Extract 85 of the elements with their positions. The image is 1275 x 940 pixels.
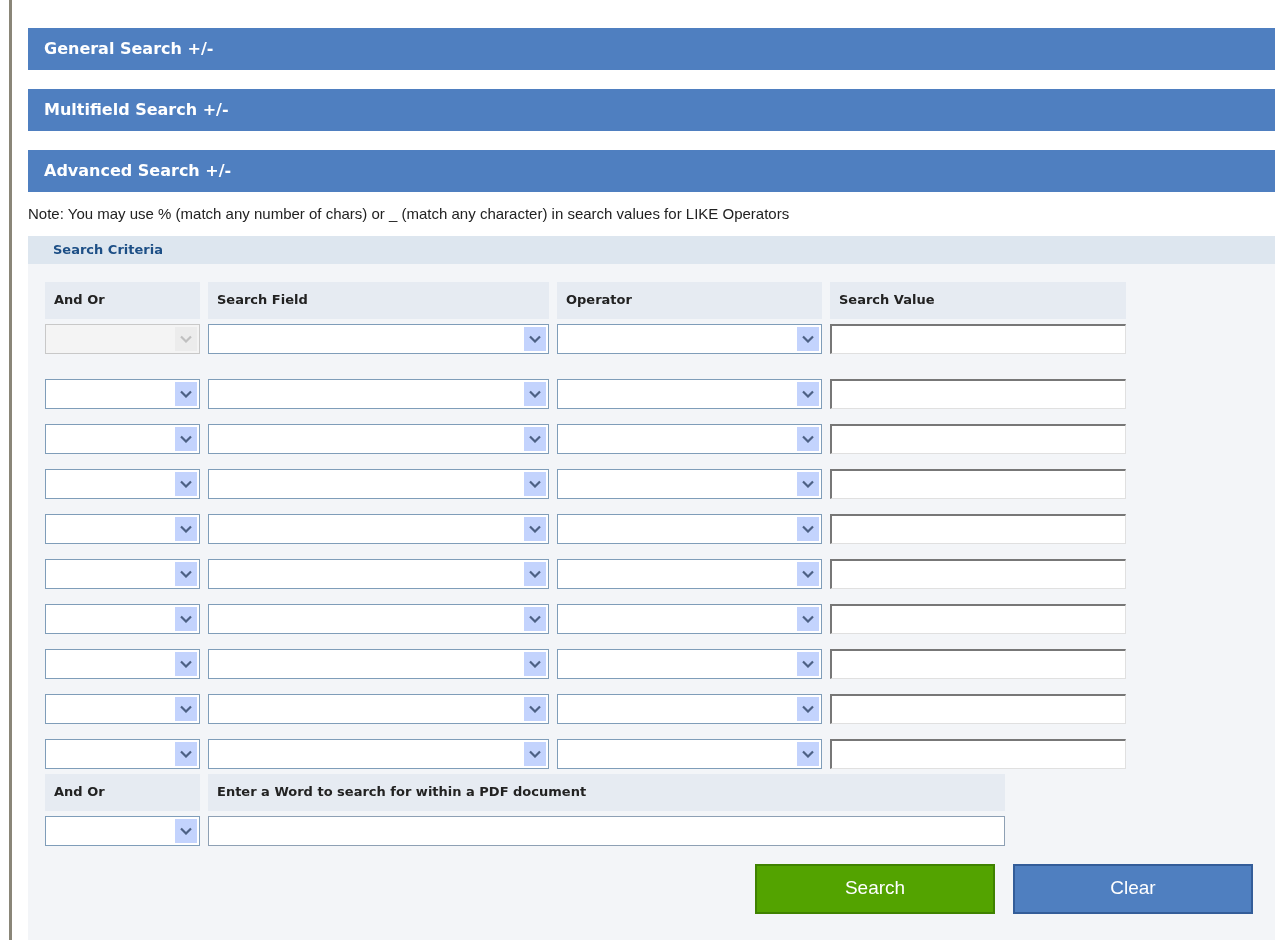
section-header[interactable]: Advanced Search +/-	[28, 150, 1275, 192]
dropdown[interactable]	[45, 558, 200, 589]
chevron-down-icon	[175, 606, 197, 631]
dropdown[interactable]	[208, 558, 549, 589]
dropdown[interactable]	[557, 323, 822, 354]
clear-button[interactable]: Clear	[1013, 863, 1253, 914]
dropdown[interactable]	[208, 603, 549, 634]
dropdown[interactable]	[45, 513, 200, 544]
dropdown[interactable]	[557, 468, 822, 499]
chevron-down-icon	[797, 561, 819, 586]
search-button[interactable]: Search	[755, 863, 995, 914]
dropdown[interactable]	[45, 468, 200, 499]
note-text: Note: You may use % (match any number of chars) or _ (match any character) in search values for LIKE Operators	[28, 204, 791, 224]
dropdown[interactable]	[45, 423, 200, 454]
dropdown[interactable]	[208, 513, 549, 544]
chevron-down-icon	[524, 651, 546, 676]
dropdown[interactable]	[557, 558, 822, 589]
chevron-down-icon	[175, 818, 197, 843]
chevron-down-icon	[797, 426, 819, 451]
dropdown[interactable]	[208, 378, 549, 409]
chevron-down-icon	[797, 326, 819, 351]
dropdown[interactable]	[45, 738, 200, 769]
chevron-down-icon	[797, 651, 819, 676]
column-header: Search Field	[208, 281, 549, 319]
dropdown[interactable]	[45, 648, 200, 679]
text-field[interactable]	[830, 378, 1126, 409]
column-header: And Or	[45, 773, 200, 811]
column-header: Search Value	[830, 281, 1126, 319]
dropdown[interactable]	[557, 603, 822, 634]
chevron-down-icon	[175, 696, 197, 721]
dropdown[interactable]	[557, 738, 822, 769]
text-field[interactable]	[830, 468, 1126, 499]
chevron-down-icon	[175, 381, 197, 406]
chevron-down-icon	[797, 381, 819, 406]
chevron-down-icon	[797, 606, 819, 631]
dropdown[interactable]	[557, 693, 822, 724]
chevron-down-icon	[524, 426, 546, 451]
chevron-down-icon	[524, 741, 546, 766]
chevron-down-icon	[175, 741, 197, 766]
text-field[interactable]	[830, 603, 1126, 634]
chevron-down-icon	[524, 561, 546, 586]
chevron-down-icon	[175, 651, 197, 676]
chevron-down-icon	[175, 326, 197, 351]
dropdown[interactable]	[557, 513, 822, 544]
chevron-down-icon	[524, 696, 546, 721]
dropdown[interactable]	[45, 693, 200, 724]
chevron-down-icon	[175, 426, 197, 451]
dropdown[interactable]	[208, 423, 549, 454]
dropdown[interactable]	[208, 693, 549, 724]
chevron-down-icon	[797, 741, 819, 766]
column-header: Enter a Word to search for within a PDF document	[208, 773, 1005, 811]
dropdown[interactable]	[557, 423, 822, 454]
chevron-down-icon	[797, 516, 819, 541]
chevron-down-icon	[797, 696, 819, 721]
chevron-down-icon	[175, 471, 197, 496]
text-field[interactable]	[830, 323, 1126, 354]
chevron-down-icon	[175, 516, 197, 541]
dropdown[interactable]	[557, 378, 822, 409]
chevron-down-icon	[175, 561, 197, 586]
dropdown[interactable]	[208, 323, 549, 354]
section-header[interactable]: General Search +/-	[28, 28, 1275, 70]
text-field[interactable]	[830, 648, 1126, 679]
text-field[interactable]	[830, 423, 1126, 454]
dropdown[interactable]	[557, 648, 822, 679]
text-field[interactable]	[830, 693, 1126, 724]
dropdown[interactable]	[208, 648, 549, 679]
panel-title: Search Criteria	[28, 235, 1275, 264]
text-field[interactable]	[830, 513, 1126, 544]
chevron-down-icon	[524, 516, 546, 541]
chevron-down-icon	[524, 326, 546, 351]
dropdown[interactable]	[208, 468, 549, 499]
dropdown[interactable]	[45, 378, 200, 409]
chevron-down-icon	[797, 471, 819, 496]
chevron-down-icon	[524, 471, 546, 496]
column-header: Operator	[557, 281, 822, 319]
chevron-down-icon	[524, 381, 546, 406]
text-field[interactable]	[830, 558, 1126, 589]
text-field[interactable]	[830, 738, 1126, 769]
column-header: And Or	[45, 281, 200, 319]
chevron-down-icon	[524, 606, 546, 631]
dropdown[interactable]	[45, 603, 200, 634]
section-header[interactable]: Multifield Search +/-	[28, 89, 1275, 131]
text-field[interactable]	[208, 815, 1005, 846]
dropdown[interactable]	[45, 815, 200, 846]
dropdown[interactable]	[208, 738, 549, 769]
